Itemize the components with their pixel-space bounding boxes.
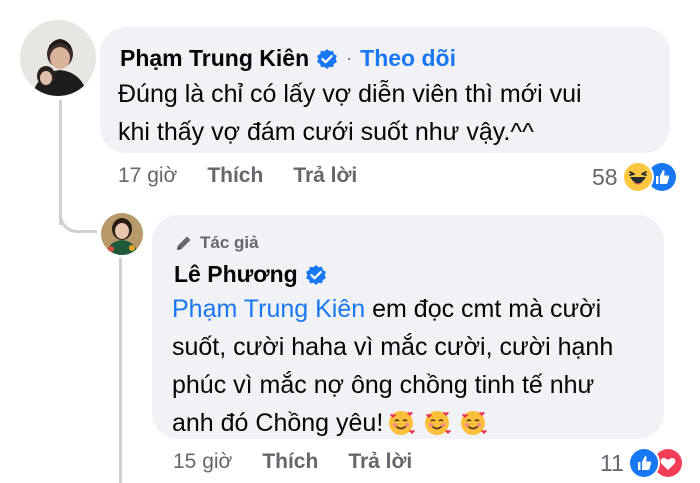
reply-timestamp[interactable]: 15 giờ bbox=[173, 450, 232, 474]
reply-text-line-3: phúc vì mắc nợ ông chồng tinh tế như bbox=[172, 371, 595, 399]
smiling-face-with-hearts-icon bbox=[423, 409, 452, 437]
reaction-count: 11 bbox=[600, 449, 624, 476]
reply-text-line-1: Phạm Trung Kiên em đọc cmt mà cười bbox=[172, 290, 652, 328]
comment-bubble: Phạm Trung Kiên · Theo dõi Đúng là chỉ c… bbox=[100, 27, 670, 153]
reply-reactions[interactable]: 11 bbox=[600, 447, 684, 479]
thread-connector bbox=[59, 195, 97, 233]
reply-text-line-1-rest: em đọc cmt mà cười bbox=[365, 295, 602, 323]
commenter-avatar[interactable] bbox=[20, 20, 96, 96]
comment-text-line-2: khi thấy vợ đám cưới suốt như vậy.^^ bbox=[118, 118, 534, 146]
reply-text-line-4: anh đó Chồng yêu! bbox=[172, 404, 652, 442]
reply-bubble: Tác giả Lê Phương Phạm Trung Kiên em đọc… bbox=[152, 215, 664, 439]
haha-icon bbox=[621, 161, 654, 193]
like-button[interactable]: Thích bbox=[262, 450, 318, 474]
smiling-face-with-hearts-icon bbox=[387, 409, 416, 437]
comment-text-line-1: Đúng là chỉ có lấy vợ diễn viên thì mới … bbox=[118, 80, 582, 108]
mention-link[interactable]: Phạm Trung Kiên bbox=[172, 295, 365, 323]
reply-author-name[interactable]: Lê Phương bbox=[174, 261, 298, 288]
reply-button[interactable]: Trả lời bbox=[293, 164, 357, 188]
like-button[interactable]: Thích bbox=[207, 164, 263, 188]
comment-actions: 17 giờ Thích Trả lời bbox=[118, 164, 357, 188]
reply-button[interactable]: Trả lời bbox=[348, 450, 412, 474]
author-tag: Tác giả bbox=[174, 233, 259, 253]
verified-badge-icon bbox=[305, 264, 327, 286]
reaction-count: 58 bbox=[592, 163, 618, 190]
comment-timestamp[interactable]: 17 giờ bbox=[118, 164, 177, 188]
reply-author-avatar[interactable] bbox=[101, 213, 143, 255]
like-icon bbox=[627, 447, 660, 479]
separator-dot: · bbox=[346, 48, 353, 68]
author-tag-label: Tác giả bbox=[200, 233, 259, 252]
reply-text: Phạm Trung Kiên em đọc cmt mà cười suốt,… bbox=[172, 290, 652, 442]
comment-text: Đúng là chỉ có lấy vợ diễn viên thì mới … bbox=[118, 75, 658, 151]
pen-icon bbox=[177, 236, 191, 250]
smiling-face-with-hearts-icon bbox=[459, 409, 488, 437]
reply-actions: 15 giờ Thích Trả lời bbox=[173, 450, 412, 474]
verified-badge-icon bbox=[316, 48, 338, 70]
comment-author-name[interactable]: Phạm Trung Kiên bbox=[120, 45, 309, 72]
comment-reactions[interactable]: 58 bbox=[592, 161, 678, 193]
reply-text-line-2: suốt, cười haha vì mắc cười, cười hạnh bbox=[172, 333, 614, 361]
follow-button[interactable]: Theo dõi bbox=[360, 45, 456, 72]
reply-thread-line bbox=[119, 258, 122, 483]
reply-text-line-4-text: anh đó Chồng yêu! bbox=[172, 409, 384, 437]
